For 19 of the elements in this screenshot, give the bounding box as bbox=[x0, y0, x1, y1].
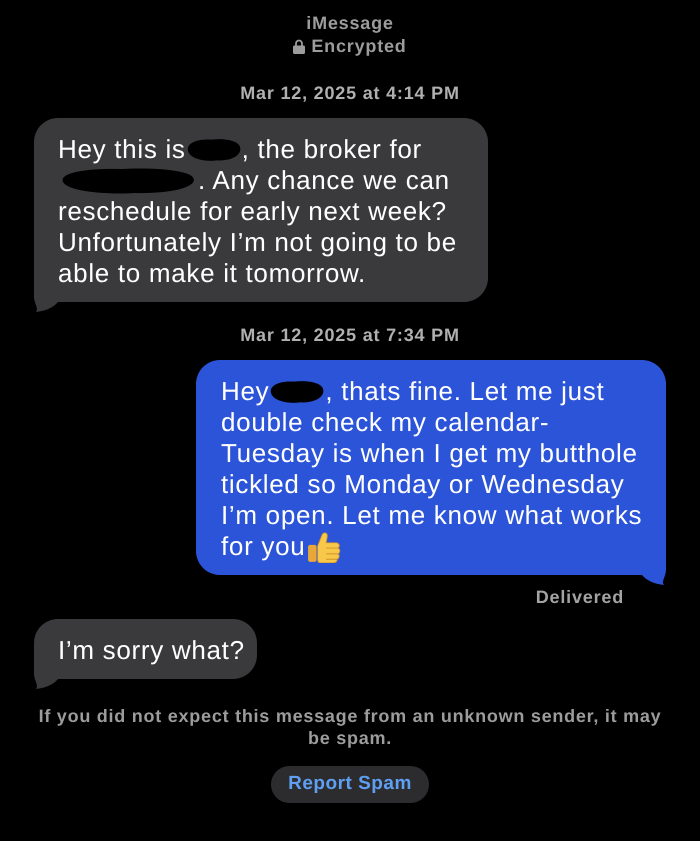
timestamp: Mar 12, 2025 at 7:34 PM bbox=[240, 324, 460, 347]
message-text: I’m sorry what? bbox=[58, 635, 245, 666]
message-text: for you bbox=[221, 531, 306, 562]
thumbs-up-icon bbox=[307, 530, 342, 562]
message-text: . Any chance we can bbox=[198, 165, 450, 196]
delivery-status: Delivered bbox=[536, 586, 624, 609]
redaction-blob-icon bbox=[186, 136, 242, 162]
service-name: iMessage bbox=[306, 12, 394, 35]
message-text: , the broker for bbox=[242, 134, 422, 165]
message-text: Hey this is bbox=[58, 134, 186, 165]
message-text: reschedule for early next week? Unfortunately I’m not going to be able to make it tomorrow. bbox=[58, 196, 458, 289]
encryption-label: Encrypted bbox=[311, 35, 407, 58]
spam-warning-text: If you did not expect this message from an unknown sender, it may be spam. bbox=[38, 705, 662, 749]
message-text: , thats fine. Let me just bbox=[325, 376, 604, 407]
message-text: Hey bbox=[221, 376, 270, 407]
lock-icon bbox=[293, 39, 306, 54]
report-spam-button[interactable]: Report Spam bbox=[271, 766, 429, 803]
redaction-blob-icon bbox=[269, 378, 326, 404]
timestamp: Mar 12, 2025 at 4:14 PM bbox=[240, 82, 460, 105]
